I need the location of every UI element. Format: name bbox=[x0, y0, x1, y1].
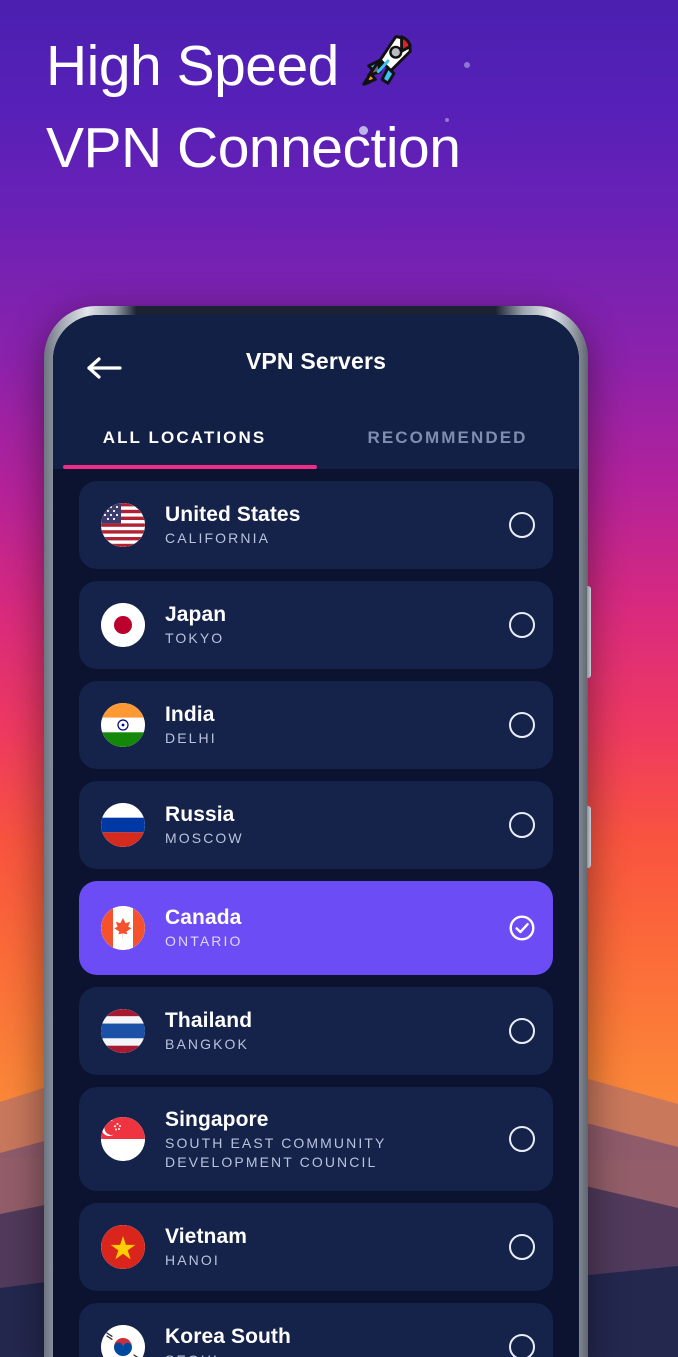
server-text: Japan TOKYO bbox=[165, 602, 509, 648]
server-city: BANGKOK bbox=[165, 1036, 249, 1052]
radio-unselected-icon[interactable] bbox=[509, 1334, 535, 1357]
server-text: Singapore SOUTH EAST COMMUNITY DEVELOPME… bbox=[165, 1107, 509, 1172]
server-row-japan[interactable]: Japan TOKYO bbox=[79, 581, 553, 669]
server-city: SOUTH EAST COMMUNITY DEVELOPMENT COUNCIL bbox=[165, 1134, 387, 1170]
headline-line-2: VPN Connection bbox=[46, 116, 461, 180]
radio-unselected-icon[interactable] bbox=[509, 1234, 535, 1260]
server-text: Vietnam HANOI bbox=[165, 1224, 509, 1270]
server-text: Russia MOSCOW bbox=[165, 802, 509, 848]
flag-singapore-icon bbox=[101, 1117, 145, 1161]
server-text: Korea South SEOUL bbox=[165, 1324, 509, 1357]
server-row-canada[interactable]: Canada ONTARIO bbox=[79, 881, 553, 975]
active-tab-underline bbox=[63, 465, 317, 469]
server-country: United States bbox=[165, 503, 301, 526]
server-city: CALIFORNIA bbox=[165, 530, 271, 546]
server-row-singapore[interactable]: Singapore SOUTH EAST COMMUNITY DEVELOPME… bbox=[79, 1087, 553, 1191]
server-row-united-states[interactable]: United States CALIFORNIA bbox=[79, 481, 553, 569]
server-country: Korea South bbox=[165, 1325, 291, 1348]
server-city: ONTARIO bbox=[165, 933, 243, 949]
server-country: Russia bbox=[165, 803, 235, 826]
server-city: DELHI bbox=[165, 730, 217, 746]
app-topbar: VPN Servers bbox=[53, 315, 579, 407]
server-country: Thailand bbox=[165, 1009, 253, 1032]
page-title: High Speed VPN Connection bbox=[46, 28, 646, 186]
phone-mockup: VPN Servers ALL LOCATIONS RECOMMENDED Un… bbox=[44, 306, 591, 1357]
flag-canada-icon bbox=[101, 906, 145, 950]
server-country: Vietnam bbox=[165, 1225, 248, 1248]
power-button[interactable] bbox=[587, 806, 591, 868]
server-city: HANOI bbox=[165, 1252, 220, 1268]
server-city: TOKYO bbox=[165, 630, 225, 646]
radio-unselected-icon[interactable] bbox=[509, 1126, 535, 1152]
server-row-russia[interactable]: Russia MOSCOW bbox=[79, 781, 553, 869]
radio-unselected-icon[interactable] bbox=[509, 812, 535, 838]
flag-russia-icon bbox=[101, 803, 145, 847]
server-city: MOSCOW bbox=[165, 830, 244, 846]
flag-thailand-icon bbox=[101, 1009, 145, 1053]
tab-bar: ALL LOCATIONS RECOMMENDED bbox=[53, 407, 579, 469]
radio-unselected-icon[interactable] bbox=[509, 512, 535, 538]
server-row-india[interactable]: India DELHI bbox=[79, 681, 553, 769]
radio-unselected-icon[interactable] bbox=[509, 612, 535, 638]
tab-all-locations[interactable]: ALL LOCATIONS bbox=[53, 428, 316, 448]
flag-korea-south-icon bbox=[101, 1325, 145, 1357]
server-row-thailand[interactable]: Thailand BANGKOK bbox=[79, 987, 553, 1075]
rocket-icon bbox=[357, 29, 419, 110]
back-arrow-icon[interactable] bbox=[86, 357, 122, 379]
server-list[interactable]: United States CALIFORNIA Japan TOKYO Ind… bbox=[53, 469, 579, 1357]
promo-screenshot: High Speed VPN Connection VPN Servers AL… bbox=[0, 0, 678, 1357]
server-city: SEOUL bbox=[165, 1351, 509, 1357]
phone-screen-frame: VPN Servers ALL LOCATIONS RECOMMENDED Un… bbox=[53, 315, 579, 1357]
server-country: India bbox=[165, 703, 215, 726]
flag-japan-icon bbox=[101, 603, 145, 647]
flag-united-states-icon bbox=[101, 503, 145, 547]
server-country: Japan bbox=[165, 603, 227, 626]
headline-line-1: High Speed bbox=[46, 34, 339, 98]
app-title: VPN Servers bbox=[245, 347, 387, 374]
server-text: Thailand BANGKOK bbox=[165, 1008, 509, 1054]
flag-vietnam-icon bbox=[101, 1225, 145, 1269]
flag-india-icon bbox=[101, 703, 145, 747]
radio-selected-check-icon[interactable] bbox=[509, 915, 535, 941]
server-text: India DELHI bbox=[165, 702, 509, 748]
radio-unselected-icon[interactable] bbox=[509, 712, 535, 738]
tab-recommended[interactable]: RECOMMENDED bbox=[316, 428, 579, 448]
volume-button[interactable] bbox=[587, 586, 591, 678]
server-text: United States CALIFORNIA bbox=[165, 502, 509, 548]
app-screen: VPN Servers ALL LOCATIONS RECOMMENDED Un… bbox=[53, 315, 579, 1357]
server-country: Canada bbox=[165, 906, 242, 929]
radio-unselected-icon[interactable] bbox=[509, 1018, 535, 1044]
server-row-vietnam[interactable]: Vietnam HANOI bbox=[79, 1203, 553, 1291]
server-row-korea-south[interactable]: Korea South SEOUL bbox=[79, 1303, 553, 1357]
server-country: Singapore bbox=[165, 1107, 269, 1131]
server-text: Canada ONTARIO bbox=[165, 905, 509, 951]
